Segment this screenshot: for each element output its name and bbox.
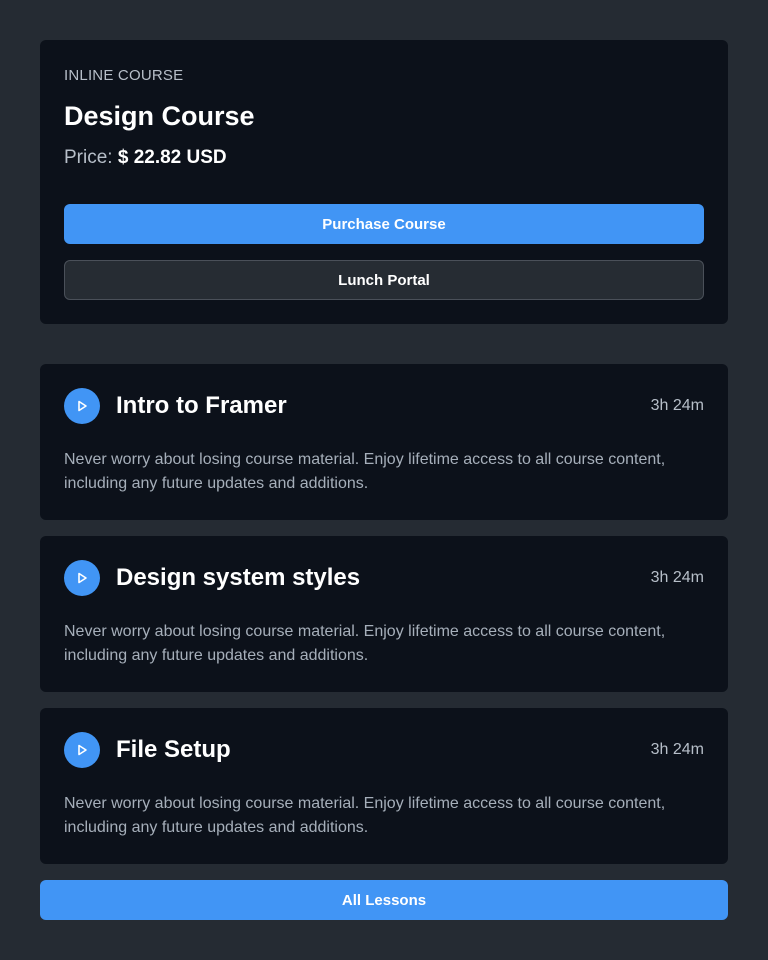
lesson-duration: 3h 24m (650, 569, 704, 586)
all-lessons-button[interactable]: All Lessons (40, 880, 728, 920)
play-icon[interactable] (64, 388, 100, 424)
lesson-header: File Setup 3h 24m (64, 732, 704, 768)
lesson-header: Intro to Framer 3h 24m (64, 388, 704, 424)
lesson-title: Design system styles (116, 564, 361, 591)
course-eyebrow: INLINE COURSE (64, 67, 184, 84)
lesson-description: Never worry about losing course material… (64, 451, 666, 492)
lesson-title: File Setup (116, 736, 231, 763)
price-label: Price: (64, 147, 113, 168)
lesson-card[interactable]: Intro to Framer 3h 24m Never worry about… (40, 364, 728, 520)
play-icon[interactable] (64, 560, 100, 596)
lesson-card[interactable]: File Setup 3h 24m Never worry about losi… (40, 708, 728, 864)
lesson-description: Never worry about losing course material… (64, 795, 666, 836)
price-value: $ 22.82 USD (117, 147, 227, 168)
play-icon[interactable] (64, 732, 100, 768)
page: INLINE COURSE Design Course Price: $ 22.… (0, 0, 768, 960)
lesson-card[interactable]: Design system styles 3h 24m Never worry … (40, 536, 728, 692)
launch-portal-button[interactable]: Lunch Portal (64, 260, 704, 300)
price-row: Price: $ 22.82 USD (64, 145, 704, 171)
lesson-header: Design system styles 3h 24m (64, 560, 704, 596)
purchase-course-button[interactable]: Purchase Course (64, 204, 704, 244)
lesson-title: Intro to Framer (116, 392, 287, 419)
lesson-duration: 3h 24m (650, 741, 704, 758)
lesson-duration: 3h 24m (650, 397, 704, 414)
course-title: Design Course (64, 101, 255, 131)
course-card: INLINE COURSE Design Course Price: $ 22.… (40, 40, 728, 324)
lesson-description: Never worry about losing course material… (64, 623, 666, 664)
